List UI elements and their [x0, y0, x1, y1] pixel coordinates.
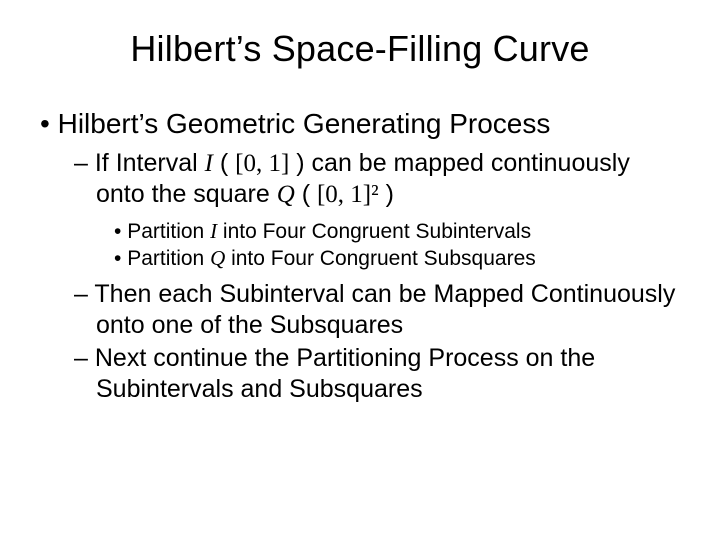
square-01: [0, 1]²: [317, 181, 379, 208]
bullet-l2-if-interval: If Interval I ( [0, 1] ) can be mapped c…: [74, 148, 680, 211]
var-I: I: [205, 150, 213, 177]
text: into Four Congruent Subintervals: [217, 220, 531, 243]
text: ): [379, 180, 394, 208]
slide-title: Hilbert’s Space-Filling Curve: [40, 28, 680, 70]
bullet-l3-partition-Q: Partition Q into Four Congruent Subsquar…: [114, 246, 680, 271]
text: Partition: [127, 220, 210, 243]
var-Q: Q: [210, 246, 225, 270]
bullet-l3-partition-I: Partition I into Four Congruent Subinter…: [114, 219, 680, 244]
var-Q: Q: [277, 181, 295, 208]
interval-01: [0, 1]: [235, 150, 289, 177]
text: into Four Congruent Subsquares: [225, 247, 536, 270]
text: (: [295, 180, 317, 208]
var-I: I: [210, 219, 217, 243]
text: Partition: [127, 247, 210, 270]
bullet-l2-next: Next continue the Partitioning Process o…: [74, 343, 680, 406]
text: If Interval: [95, 149, 205, 177]
bullet-l2-then: Then each Subinterval can be Mapped Cont…: [74, 279, 680, 342]
slide: Hilbert’s Space-Filling Curve Hilbert’s …: [0, 0, 720, 540]
text: (: [213, 149, 235, 177]
bullet-l1: Hilbert’s Geometric Generating Process: [40, 108, 680, 140]
